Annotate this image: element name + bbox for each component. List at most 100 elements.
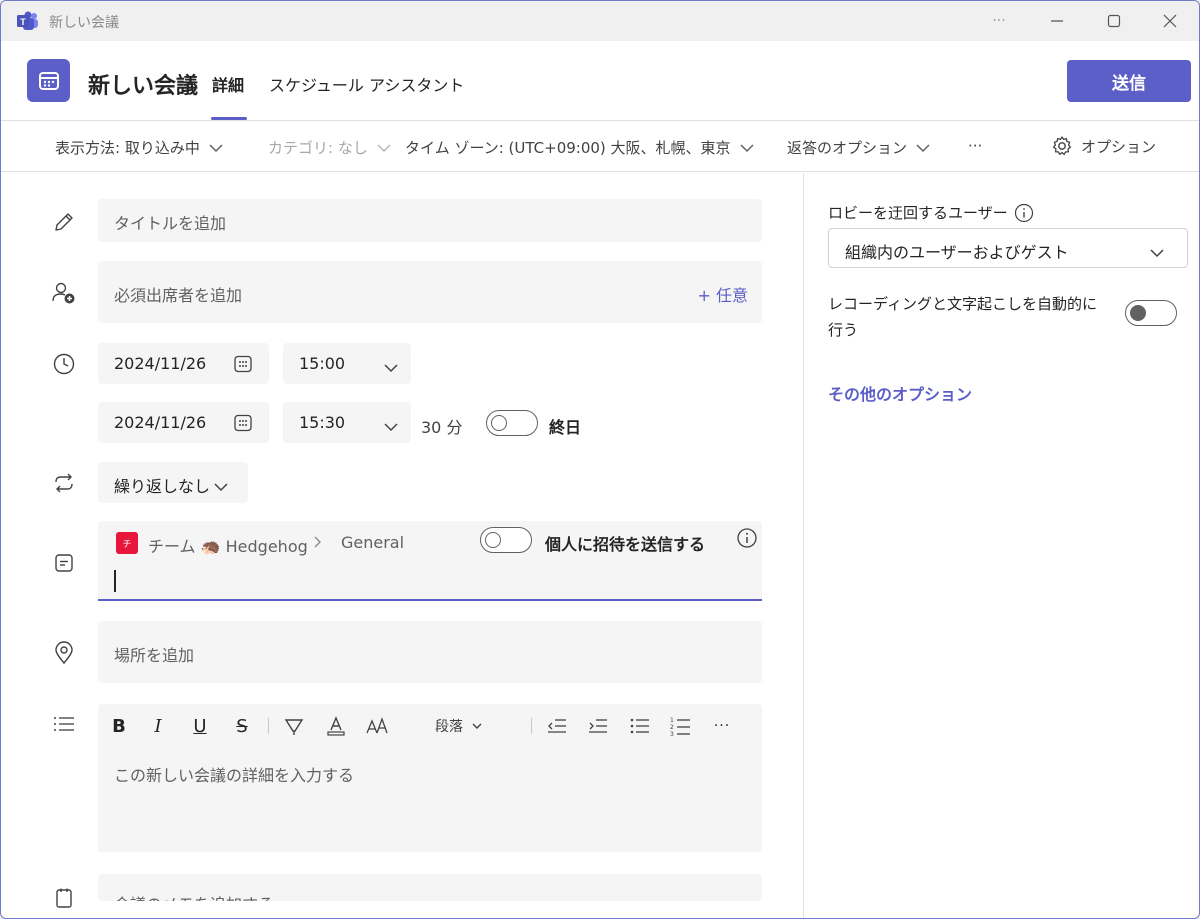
toolbar-more-button[interactable]: ···	[968, 137, 982, 155]
add-person-icon	[51, 280, 77, 306]
chevron-down-icon	[213, 477, 229, 496]
meeting-window: T 新しい会議 ··· 新しい会議 詳細 スケジュール アシスタント 送信 表示…	[0, 0, 1200, 919]
font-size-button[interactable]	[365, 714, 389, 738]
lobby-bypass-dropdown[interactable]: 組織内のユーザーおよびゲスト	[828, 228, 1188, 268]
channel-picker[interactable]: チ チーム 🦔 Hedgehog General 個人に招待を送信する	[98, 521, 762, 601]
title-input[interactable]: タイトルを追加	[98, 199, 762, 242]
team-label: チーム 🦔 Hedgehog	[148, 533, 308, 557]
lobby-value: 組織内のユーザーおよびゲスト	[845, 243, 1069, 262]
start-time-dropdown[interactable]: 15:00	[283, 343, 411, 384]
auto-recording-toggle[interactable]	[1125, 300, 1177, 326]
notes-icon	[51, 885, 77, 911]
italic-button[interactable]: I	[146, 714, 170, 738]
font-color-button[interactable]	[324, 714, 348, 738]
strikethrough-button[interactable]: S	[230, 714, 254, 738]
options-button[interactable]: オプション	[1051, 134, 1156, 157]
svg-text:1: 1	[670, 717, 674, 724]
send-button[interactable]: 送信	[1067, 60, 1191, 102]
teams-logo-icon: T	[17, 11, 39, 31]
decrease-indent-button[interactable]	[545, 714, 569, 738]
paragraph-dropdown[interactable]: 段落	[435, 716, 483, 736]
active-tab-indicator	[211, 117, 247, 120]
info-icon[interactable]	[736, 527, 758, 553]
chevron-down-icon	[740, 143, 754, 152]
chevron-down-icon	[377, 143, 391, 152]
start-date-value: 2024/11/26	[114, 354, 207, 373]
chevron-down-icon	[383, 358, 399, 377]
team-name: Hedgehog	[225, 537, 308, 556]
bullet-list-button[interactable]	[628, 714, 652, 738]
text-cursor	[114, 570, 116, 592]
repeat-value: 繰り返しなし	[114, 477, 211, 496]
private-invite-toggle[interactable]	[480, 527, 532, 553]
minimize-icon[interactable]	[1045, 9, 1069, 33]
more-options-link[interactable]: その他のオプション	[828, 381, 972, 405]
page-title: 新しい会議	[88, 74, 199, 99]
numbered-list-icon: 123	[670, 717, 690, 737]
notes-placeholder: 会議のメモを追加する	[114, 891, 274, 901]
window-more-icon[interactable]: ···	[987, 9, 1011, 33]
svg-text:2: 2	[670, 724, 674, 731]
end-date-picker[interactable]: 2024/11/26	[98, 402, 269, 443]
info-icon[interactable]	[1014, 203, 1034, 223]
highlight-button[interactable]	[282, 714, 306, 738]
channel-name: General	[341, 533, 405, 552]
category-dropdown[interactable]: カテゴリ: なし	[268, 137, 392, 158]
pencil-icon	[51, 209, 77, 235]
calendar-grid-icon	[233, 354, 253, 378]
separator	[268, 718, 269, 734]
editor-more-button[interactable]: ···	[710, 714, 734, 738]
attendees-input[interactable]: 必須出席者を追加 + 任意	[98, 261, 762, 323]
end-date-value: 2024/11/26	[114, 413, 207, 432]
numbered-list-button[interactable]: 123	[669, 714, 693, 738]
response-options-dropdown[interactable]: 返答のオプション	[787, 137, 931, 158]
team-avatar-icon: チ	[116, 532, 138, 554]
bold-button[interactable]: B	[107, 714, 131, 738]
font-color-icon	[327, 716, 345, 736]
start-date-picker[interactable]: 2024/11/26	[98, 343, 269, 384]
start-time-value: 15:00	[299, 354, 346, 373]
location-input[interactable]: 場所を追加	[98, 621, 762, 683]
meeting-options-panel: ロビーを迂回するユーザー 組織内のユーザーおよびゲスト レコーディングと文字起こ…	[803, 173, 1199, 918]
all-day-label: 終日	[549, 418, 582, 437]
repeat-dropdown[interactable]: 繰り返しなし	[98, 462, 248, 503]
increase-indent-button[interactable]	[586, 714, 610, 738]
meeting-toolbar: 表示方法: 取り込み中 カテゴリ: なし タイム ゾーン: (UTC+09:00…	[1, 122, 1199, 172]
location-placeholder: 場所を追加	[114, 646, 195, 665]
timezone-label: タイム ゾーン: (UTC+09:00) 大阪、札幌、東京	[405, 139, 731, 157]
indent-icon	[589, 719, 607, 733]
duration-label: 30 分	[421, 418, 463, 437]
tab-scheduling-assistant[interactable]: スケジュール アシスタント	[269, 72, 464, 96]
chevron-down-icon	[916, 143, 930, 152]
window-title: 新しい会議	[49, 15, 119, 31]
chevron-right-icon	[312, 534, 324, 554]
title-placeholder: タイトルを追加	[114, 214, 227, 233]
details-editor[interactable]: B I U S 段落 123 ··· この新しい会議の詳細を入力する	[98, 704, 762, 852]
response-options-label: 返答のオプション	[787, 139, 908, 157]
end-time-dropdown[interactable]: 15:30	[283, 402, 411, 443]
chevron-down-icon	[1149, 243, 1165, 262]
maximize-icon[interactable]	[1102, 9, 1126, 33]
calendar-icon	[27, 59, 70, 102]
underline-button[interactable]: U	[188, 714, 212, 738]
svg-text:3: 3	[670, 731, 674, 737]
recording-label-line-1: レコーディングと文字起こしを自動的に	[828, 295, 1097, 313]
paragraph-label: 段落	[435, 719, 463, 735]
chevron-down-icon	[383, 417, 399, 436]
channel-icon	[51, 550, 77, 576]
location-pin-icon	[51, 640, 77, 666]
close-icon[interactable]	[1158, 9, 1182, 33]
title-bar: T 新しい会議 ···	[1, 1, 1199, 41]
calendar-grid-icon	[233, 413, 253, 437]
attendees-placeholder: 必須出席者を追加	[114, 286, 243, 305]
notes-input[interactable]: 会議のメモを追加する	[98, 874, 762, 901]
all-day-toggle[interactable]	[486, 410, 538, 436]
timezone-dropdown[interactable]: タイム ゾーン: (UTC+09:00) 大阪、札幌、東京	[405, 137, 755, 158]
details-placeholder: この新しい会議の詳細を入力する	[114, 766, 355, 785]
repeat-icon	[51, 470, 77, 496]
recording-label-line-2: 行う	[828, 321, 859, 339]
tab-details[interactable]: 詳細	[212, 72, 244, 96]
optional-attendee-link[interactable]: + 任意	[698, 282, 749, 306]
lobby-label-text: ロビーを迂回するユーザー	[828, 204, 1008, 222]
show-as-dropdown[interactable]: 表示方法: 取り込み中	[55, 137, 224, 158]
